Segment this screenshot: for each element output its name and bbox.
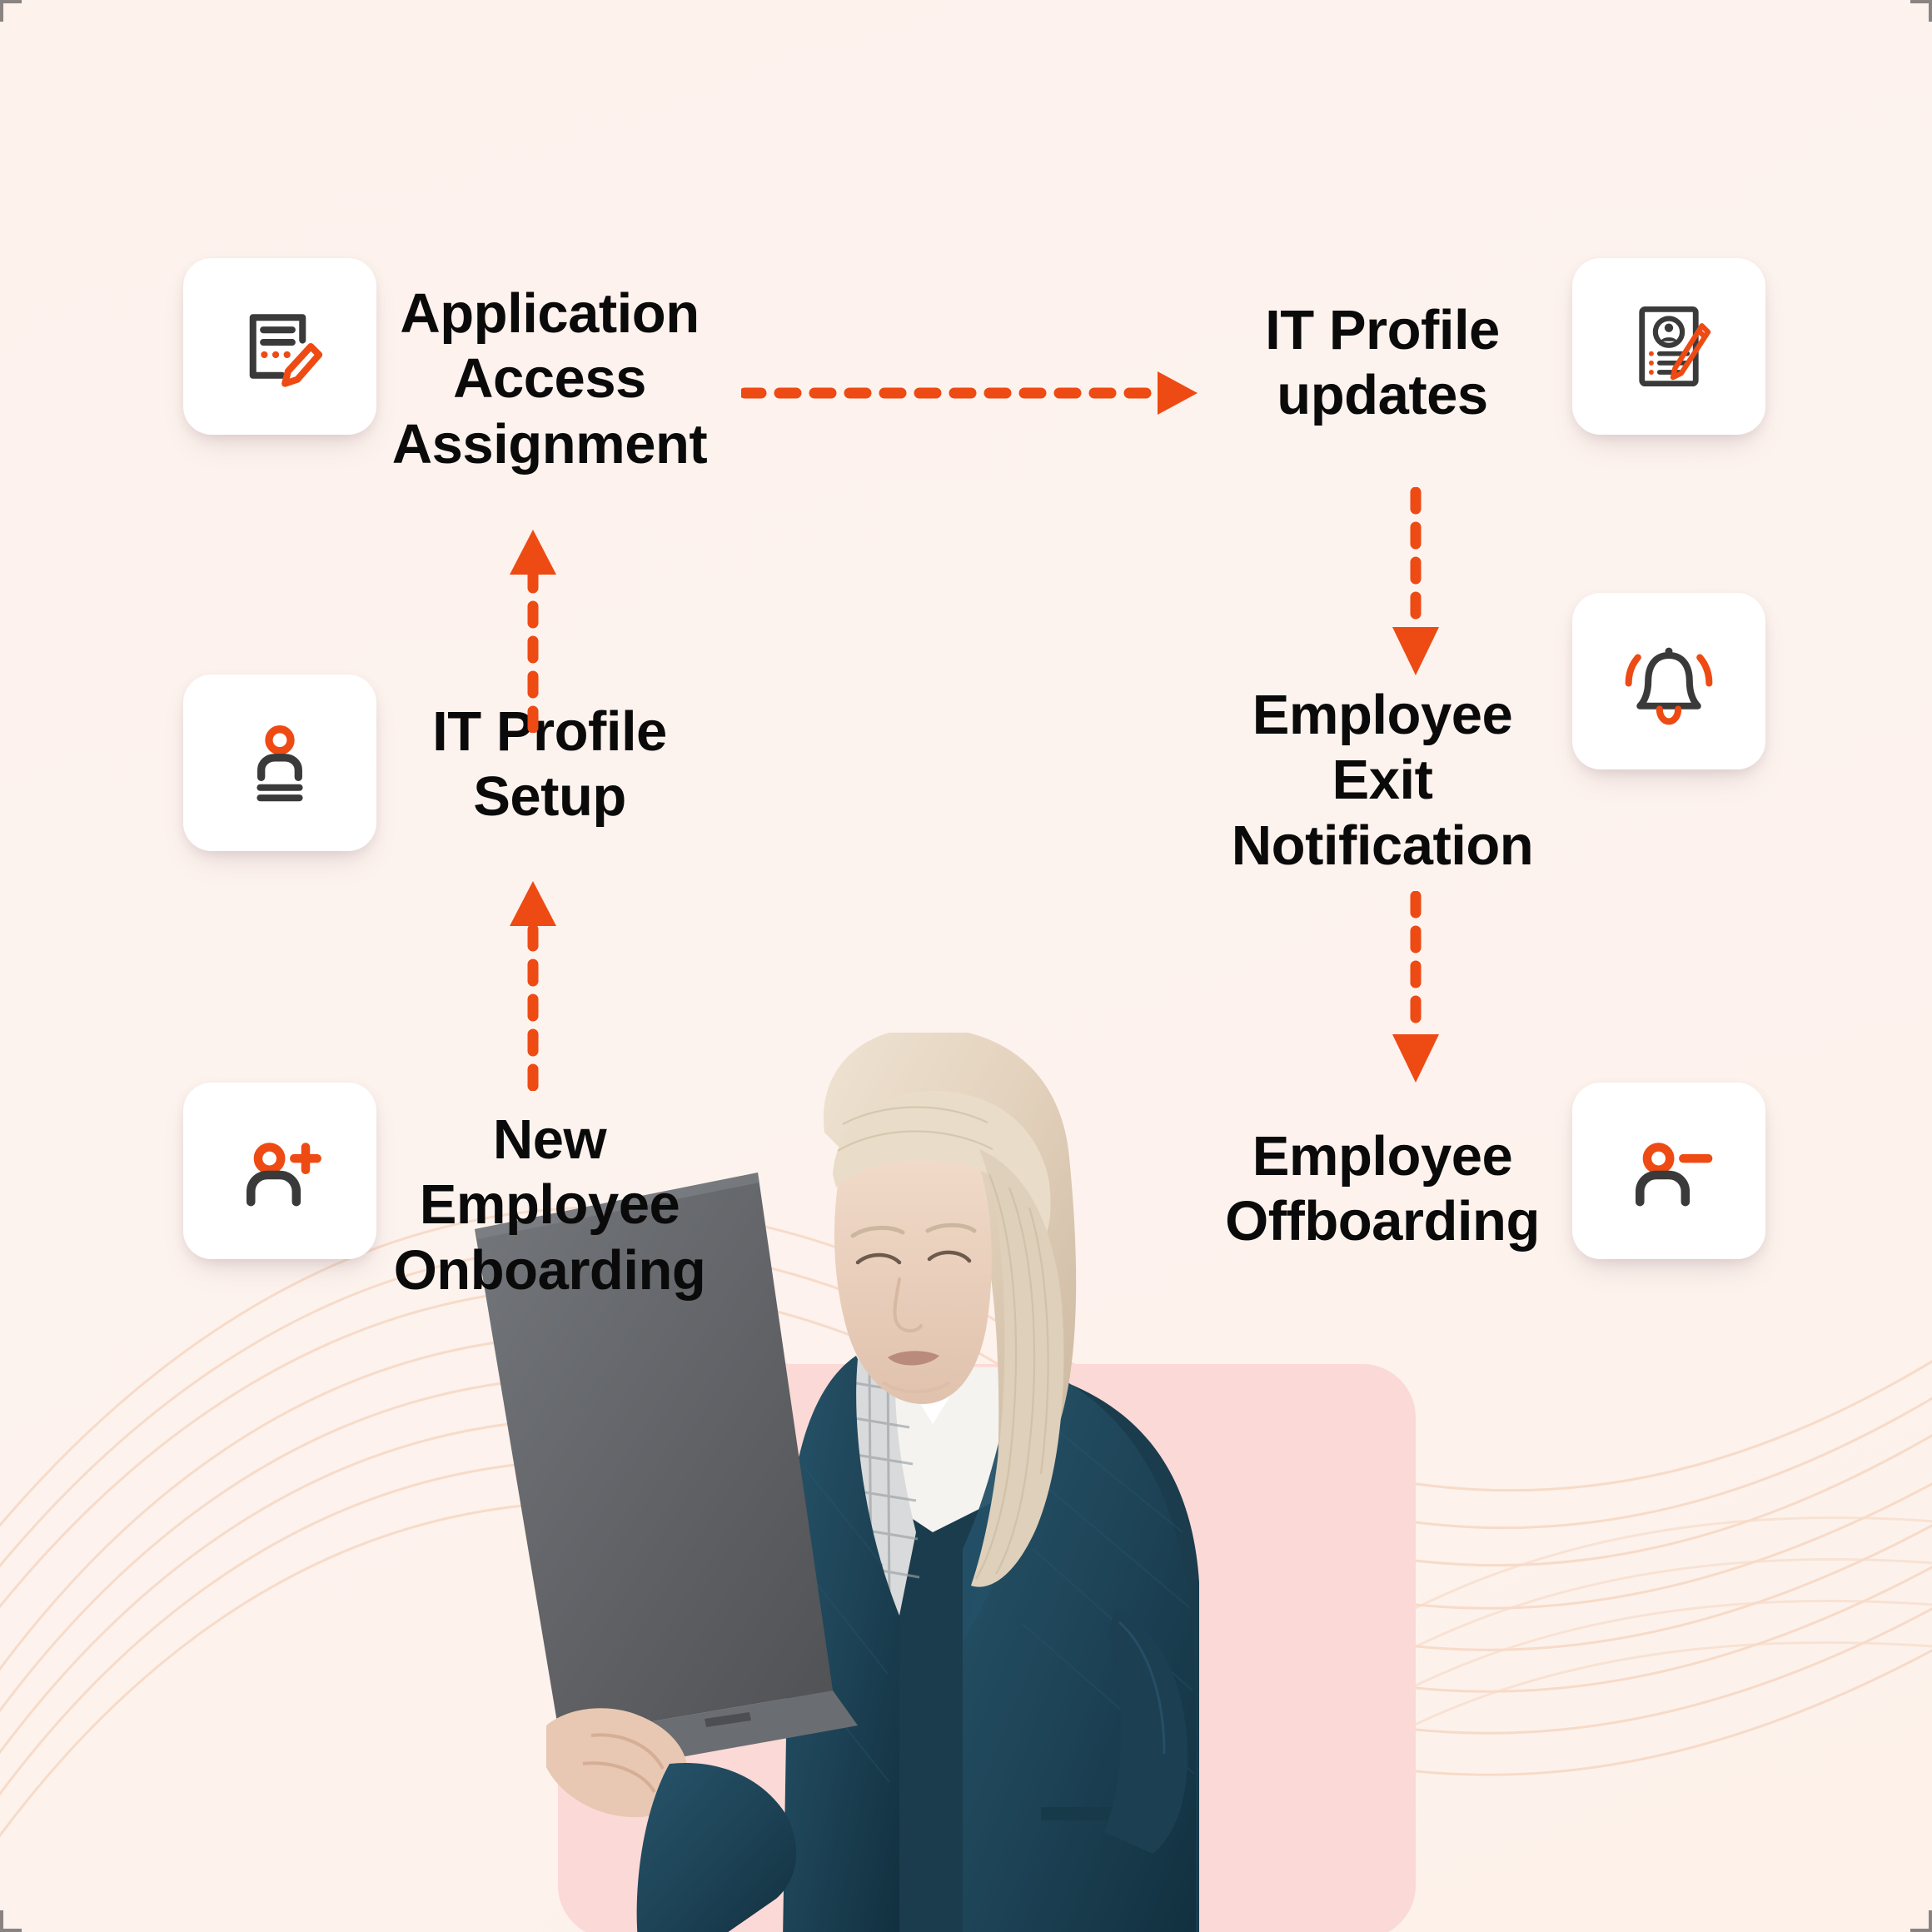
node-label-employee-offboarding: Employee Offboarding [1225,1125,1540,1253]
arrow-access-to-profile-updates [741,371,1198,415]
ringing-bell-icon [1625,647,1713,725]
icon-tile-employee-exit-notification[interactable] [1572,593,1765,769]
person-remove-icon [1636,1143,1713,1207]
icon-tile-application-access-assignment[interactable] [183,258,376,435]
arrow-profile-updates-to-exit-notification [1392,487,1439,675]
person-profile-icon [256,725,303,802]
node-label-it-profile-updates: IT Profile updates [1265,299,1500,427]
node-label-new-employee-onboarding: New Employee Onboarding [393,1108,706,1302]
corner-mark-top-left [0,0,22,22]
corner-mark-top-right [1910,0,1932,22]
node-label-application-access-assignment: Application Access Assignment [391,282,708,476]
corner-mark-bottom-right [1910,1910,1932,1932]
document-edit-icon [249,314,323,387]
icon-tile-new-employee-onboarding[interactable] [183,1083,376,1259]
icon-tile-employee-offboarding[interactable] [1572,1083,1765,1259]
person-add-icon [246,1143,321,1207]
icon-tile-it-profile-setup[interactable] [183,675,376,851]
diagram-canvas: Application Access Assignment IT Profile… [0,0,1932,1932]
profile-document-edit-icon [1639,306,1711,387]
node-label-it-profile-setup: IT Profile Setup [432,700,667,829]
corner-mark-bottom-left [0,1910,22,1932]
node-label-employee-exit-notification: Employee Exit Notification [1231,684,1534,877]
icon-tile-it-profile-updates[interactable] [1572,258,1765,435]
